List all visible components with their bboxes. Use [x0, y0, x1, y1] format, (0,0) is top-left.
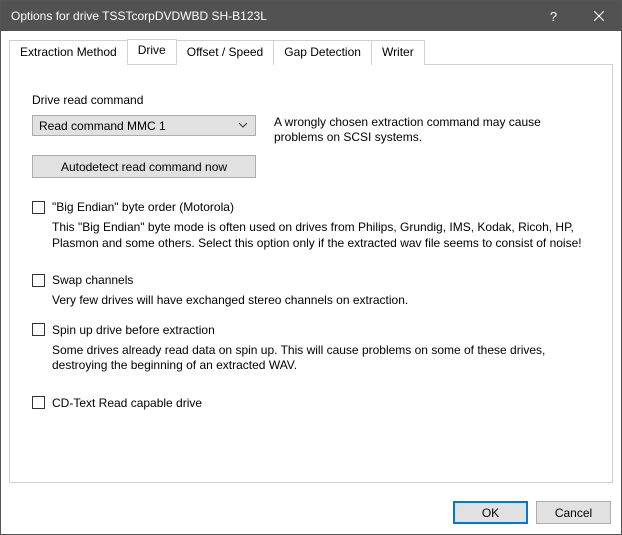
tab-extraction-method[interactable]: Extraction Method: [9, 40, 128, 65]
read-command-row: Read command MMC 1 A wrongly chosen extr…: [32, 115, 590, 145]
spin-up-label[interactable]: Spin up drive before extraction: [52, 323, 215, 337]
swap-channels-checkbox[interactable]: [32, 274, 45, 287]
dropdown-value: Read command MMC 1: [39, 119, 237, 133]
read-command-dropdown[interactable]: Read command MMC 1: [32, 115, 256, 136]
tab-gap-detection[interactable]: Gap Detection: [273, 40, 372, 65]
spin-up-checkbox[interactable]: [32, 323, 45, 336]
titlebar: Options for drive TSSTcorpDVDWBD SH-B123…: [1, 1, 621, 31]
spin-up-desc: Some drives already read data on spin up…: [52, 343, 590, 374]
tab-panel-drive: Drive read command Read command MMC 1 A …: [9, 64, 613, 483]
content-area: Extraction Method Drive Offset / Speed G…: [1, 31, 621, 491]
read-command-hint: A wrongly chosen extraction command may …: [274, 115, 590, 145]
big-endian-checkbox[interactable]: [32, 201, 45, 214]
big-endian-group: "Big Endian" byte order (Motorola) This …: [32, 200, 590, 251]
tab-offset-speed[interactable]: Offset / Speed: [176, 40, 275, 65]
read-command-label: Drive read command: [32, 93, 590, 107]
help-icon: ?: [550, 9, 557, 24]
window-title: Options for drive TSSTcorpDVDWBD SH-B123…: [11, 9, 531, 23]
close-icon: [594, 11, 604, 21]
spin-up-group: Spin up drive before extraction Some dri…: [32, 323, 590, 374]
big-endian-label[interactable]: "Big Endian" byte order (Motorola): [52, 200, 234, 214]
swap-channels-group: Swap channels Very few drives will have …: [32, 273, 590, 309]
swap-channels-desc: Very few drives will have exchanged ster…: [52, 293, 590, 309]
chevron-down-icon: [237, 123, 249, 128]
tab-drive[interactable]: Drive: [127, 39, 177, 64]
autodetect-button[interactable]: Autodetect read command now: [32, 155, 256, 178]
tab-writer[interactable]: Writer: [371, 40, 425, 65]
tab-strip: Extraction Method Drive Offset / Speed G…: [9, 39, 613, 64]
help-button[interactable]: ?: [531, 1, 576, 31]
dialog-footer: OK Cancel: [1, 491, 621, 534]
close-button[interactable]: [576, 1, 621, 31]
cancel-button[interactable]: Cancel: [536, 501, 611, 524]
cd-text-label[interactable]: CD-Text Read capable drive: [52, 396, 202, 410]
big-endian-desc: This "Big Endian" byte mode is often use…: [52, 220, 590, 251]
cd-text-checkbox[interactable]: [32, 396, 45, 409]
cd-text-group: CD-Text Read capable drive: [32, 396, 590, 410]
ok-button[interactable]: OK: [453, 501, 528, 524]
swap-channels-label[interactable]: Swap channels: [52, 273, 133, 287]
